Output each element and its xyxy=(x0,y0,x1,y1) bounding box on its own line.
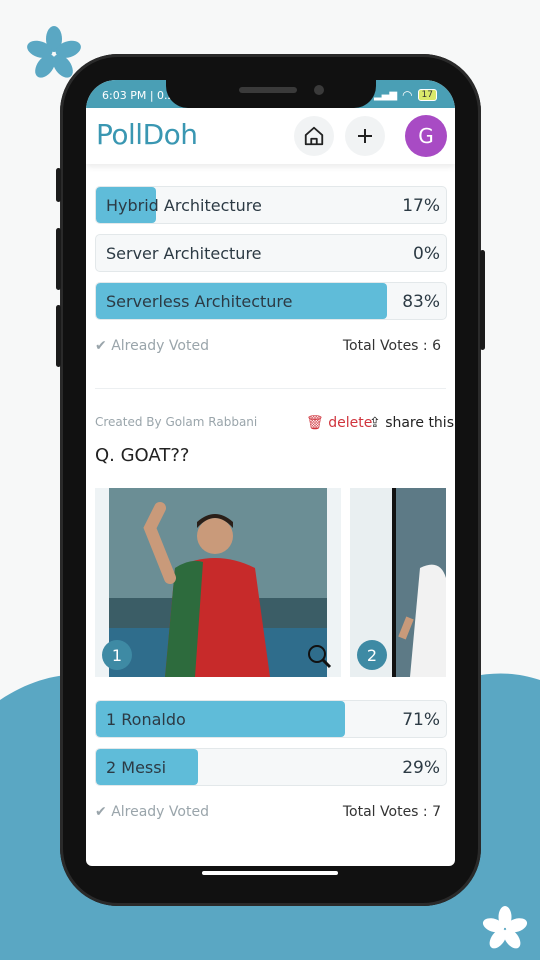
poll-option[interactable]: Hybrid Architecture 17% xyxy=(95,186,447,224)
poll-option[interactable]: 2 Messi 29% xyxy=(95,748,447,786)
already-voted: ✔︎ Already Voted xyxy=(95,804,209,820)
option-label: Server Architecture xyxy=(106,244,262,263)
home-icon xyxy=(304,126,324,146)
trash-icon: 🗑︎ xyxy=(306,415,324,431)
poll-question: Q. GOAT?? xyxy=(95,445,190,466)
wifi-icon: ◠ xyxy=(402,88,413,102)
speaker-grille xyxy=(239,87,297,93)
poll-option[interactable]: 1 Ronaldo 71% xyxy=(95,700,447,738)
delete-button[interactable]: 🗑︎ delete xyxy=(306,415,372,431)
created-by: Created By Golam Rabbani xyxy=(95,415,258,429)
phone-volume-down xyxy=(56,305,61,367)
total-votes: Total Votes : 6 xyxy=(342,338,441,354)
option-label: 2 Messi xyxy=(106,758,167,777)
option-image-ronaldo[interactable]: 1 xyxy=(95,488,341,677)
divider xyxy=(95,388,446,389)
share-icon: ⇪ xyxy=(369,415,381,431)
option-percent: 83% xyxy=(402,292,440,312)
total-votes: Total Votes : 7 xyxy=(342,804,441,820)
option-badge: 1 xyxy=(102,640,132,670)
phone-power-button xyxy=(480,250,485,350)
app-logo[interactable]: PollDoh xyxy=(96,118,198,151)
share-button[interactable]: ⇪ share this xyxy=(369,415,454,431)
player-photo xyxy=(109,488,332,677)
double-check-icon: ✔︎ xyxy=(95,338,107,354)
phone-notch xyxy=(166,74,376,108)
option-label: Serverless Architecture xyxy=(106,292,293,311)
option-percent: 17% xyxy=(402,196,440,216)
option-badge: 2 xyxy=(357,640,387,670)
phone-volume-up xyxy=(56,228,61,290)
already-voted: ✔︎ Already Voted xyxy=(95,338,209,354)
option-percent: 29% xyxy=(402,758,440,778)
flower-icon xyxy=(482,906,528,949)
option-image-messi[interactable]: 2 xyxy=(350,488,446,677)
user-avatar[interactable]: G xyxy=(405,115,447,157)
create-poll-button[interactable] xyxy=(345,116,385,156)
option-label: Hybrid Architecture xyxy=(106,196,262,215)
battery-icon: 17 xyxy=(417,89,437,101)
poll-option[interactable]: Server Architecture 0% xyxy=(95,234,447,272)
option-percent: 0% xyxy=(413,244,440,264)
option-label: 1 Ronaldo xyxy=(106,710,186,729)
app-bar: PollDoh G xyxy=(86,108,455,164)
phone-side-button xyxy=(56,168,61,202)
plus-icon xyxy=(358,129,372,143)
option-percent: 71% xyxy=(402,710,440,730)
home-indicator[interactable] xyxy=(202,871,338,875)
camera-icon xyxy=(314,85,324,95)
home-button[interactable] xyxy=(294,116,334,156)
poll-option[interactable]: Serverless Architecture 83% xyxy=(95,282,447,320)
double-check-icon: ✔︎ xyxy=(95,804,107,820)
phone-screen: 6:03 PM | 0.2 ▂▄▆ ◠ 17 PollDoh G … Hybri… xyxy=(86,80,455,866)
status-time: 6:03 PM | 0.2 xyxy=(102,89,175,102)
signal-icon: ▂▄▆ xyxy=(373,89,398,101)
